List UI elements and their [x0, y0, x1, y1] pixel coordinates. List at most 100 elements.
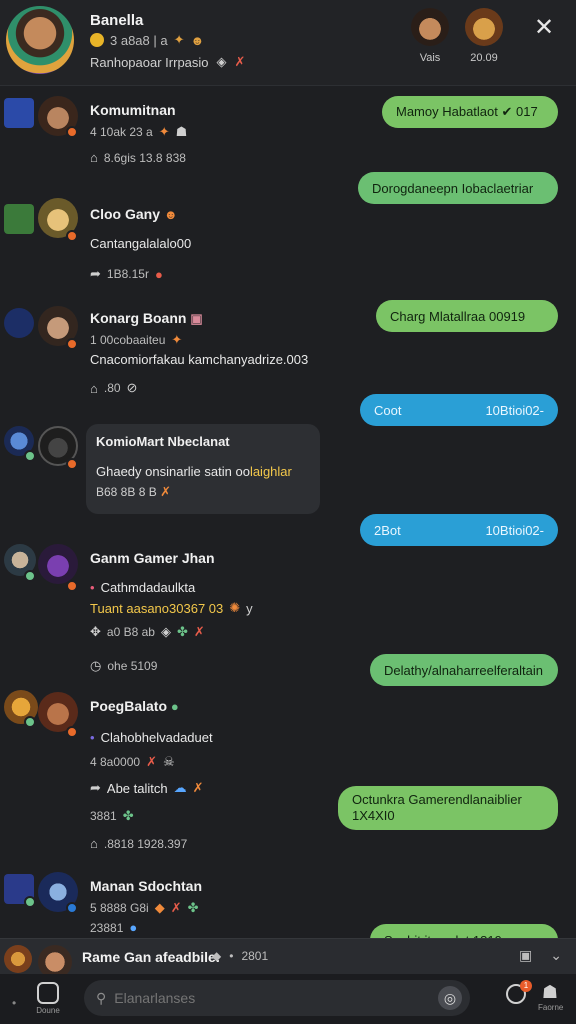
- chevron-down-icon[interactable]: ⌄: [550, 947, 562, 964]
- chat-bubble[interactable]: Saohit it sualat 1819: [370, 924, 558, 938]
- online-badge: [24, 716, 36, 728]
- username[interactable]: Ganm Gamer Jhan: [90, 550, 215, 566]
- chat-bubble[interactable]: Dorogdaneepn Iobaclaetriar: [358, 172, 558, 204]
- message-line: • Clahobhelvadaduet: [90, 730, 213, 745]
- diamond-icon: ◆: [212, 949, 222, 963]
- chat-bubble[interactable]: Mamoy Habatlaot ✔ 017: [382, 96, 558, 128]
- nav-home-button[interactable]: Doune: [28, 982, 68, 1015]
- message-line: Cnacomiorfakau kamchanyadrize.003: [90, 352, 309, 367]
- avatar[interactable]: [38, 544, 78, 584]
- online-badge: [24, 896, 36, 908]
- chat-bubble[interactable]: Charg Mlatallraa 00919: [376, 300, 558, 332]
- card-title: KomioMart Nbeclanat: [96, 434, 230, 449]
- card-body: Ghaedy onsinarlie satin oolaighlar: [96, 464, 292, 479]
- home-icon: ⌂: [90, 150, 98, 165]
- item-icon: ✗: [170, 900, 182, 915]
- chat-icon: ▣: [190, 311, 203, 326]
- level-badge: [66, 458, 78, 470]
- cloud-icon: ☁: [173, 780, 187, 795]
- card-meta: B68 8B 8 B ✗: [96, 484, 171, 499]
- message-meta: ◷ ohe 5109: [90, 658, 158, 673]
- close-icon[interactable]: ✕: [532, 16, 556, 40]
- chat-bubble[interactable]: Coot 10Btioi02-: [360, 394, 558, 426]
- chat-bubble[interactable]: 2Bot 10Btioi02-: [360, 514, 558, 546]
- home-icon: ⌂: [90, 380, 98, 396]
- notifications-button[interactable]: 1: [506, 980, 532, 1004]
- dot-icon: •: [90, 730, 95, 745]
- now-playing-meta: ◆ • 2801: [212, 949, 269, 963]
- level-badge: [66, 580, 78, 592]
- chat-icon: [37, 982, 59, 1004]
- profile-name: Banella: [90, 12, 144, 29]
- mask-icon: ☗: [175, 124, 188, 139]
- now-playing-bar[interactable]: Rame Gan afeadbile. ◆ • 2801 ▣ ⌄: [0, 938, 576, 979]
- avatar: [4, 945, 32, 973]
- menu-dot: •: [12, 996, 17, 1010]
- username[interactable]: Konarg Boann ▣: [90, 310, 203, 327]
- message-meta: 23881 ●: [90, 920, 138, 935]
- message-meta: ⌂ 8.6gis 13.8 838: [90, 150, 186, 165]
- message-meta: ⌂ .80 ⊘: [90, 380, 138, 396]
- online-badge: [24, 450, 36, 462]
- search-icon: ⚲: [96, 989, 107, 1006]
- online-badge: [24, 570, 36, 582]
- fire-icon: ●: [154, 266, 163, 282]
- voice-icon[interactable]: ◎: [438, 986, 462, 1010]
- username[interactable]: Cloo Gany ☻: [90, 206, 178, 222]
- level-badge: [66, 230, 78, 242]
- message-meta: ⌂ .8818 1928.397: [90, 836, 188, 851]
- avatar: [411, 8, 449, 46]
- level-badge: [66, 726, 78, 738]
- skull-icon: ☠: [162, 754, 175, 769]
- star-icon: ✦: [158, 124, 170, 139]
- header-user-2[interactable]: 20.09: [462, 8, 506, 64]
- item-icon: ◆: [154, 900, 165, 915]
- leaf-icon: ✤: [176, 624, 188, 639]
- share-icon: ➦: [90, 780, 101, 795]
- message-line: • Cathmdadaulkta: [90, 580, 196, 595]
- leaf-icon: ✤: [187, 900, 199, 915]
- message-meta: 3881 ✤: [90, 808, 134, 823]
- dot-icon: •: [90, 580, 95, 595]
- status-icon: ●: [170, 699, 179, 714]
- avatar: [465, 8, 503, 46]
- message-meta: ✥ a0 B8 ab ◈ ✤ ✗: [90, 624, 205, 639]
- message-line: Tuant aasano30367 03 ✺ y: [90, 600, 253, 616]
- swords-icon: ✗: [234, 54, 246, 69]
- controller-icon: ✥: [90, 624, 101, 639]
- swords-icon: ✗: [192, 780, 204, 795]
- emoji-icon: ☻: [190, 32, 205, 48]
- header-user-1[interactable]: Vais: [408, 8, 452, 64]
- gem-icon: ◈: [160, 624, 171, 639]
- profile-button[interactable]: ☗ Faorne: [538, 982, 563, 1012]
- leaf-icon: ✤: [122, 808, 134, 823]
- chat-bubble[interactable]: Delathy/alnaharreelferaltain: [370, 654, 558, 686]
- chat-bubble[interactable]: Octunkra Gamerendlanaiblier 1X4XI0: [338, 786, 558, 830]
- now-playing-title: Rame Gan afeadbile.: [82, 949, 220, 965]
- message-line: 4 8a0000 ✗ ☠: [90, 754, 175, 769]
- coin-icon: [90, 33, 104, 47]
- message-line: Cantangalalalo00: [90, 236, 192, 251]
- message-line: 1 00cobaaiteu ✦: [90, 332, 183, 347]
- gem-icon: ◈: [216, 54, 227, 69]
- profile-avatar[interactable]: [6, 6, 74, 74]
- now-playing-actions: ▣ ⌄: [519, 947, 562, 964]
- expand-icon[interactable]: ▣: [519, 947, 532, 964]
- chat-feed[interactable]: Komumitnan 4 10ak 23 a ✦ ☗ ⌂ 8.6gis 13.8…: [0, 86, 576, 938]
- username[interactable]: Manan Sdochtan: [90, 878, 202, 894]
- level-badge: [66, 126, 78, 138]
- message-card[interactable]: KomioMart Nbeclanat Ghaedy onsinarlie sa…: [86, 424, 320, 514]
- search-input[interactable]: [114, 990, 415, 1006]
- username[interactable]: PoegBalato ●: [90, 698, 179, 714]
- game-icon: [4, 204, 34, 234]
- profile-stats: 3 a8a8 | a ✦ ☻: [90, 32, 204, 48]
- message-meta: ➦ 1B8.15r ●: [90, 266, 163, 282]
- star-icon: ✦: [173, 32, 185, 47]
- level-badge: [66, 902, 78, 914]
- message-line: 4 10ak 23 a ✦ ☗: [90, 124, 188, 139]
- message-line: ➦ Abe talitch ☁ ✗: [90, 780, 204, 796]
- message-line: 5 8888 G8i ◆ ✗ ✤: [90, 900, 199, 915]
- username[interactable]: Komumitnan: [90, 102, 176, 118]
- search-bar[interactable]: ⚲ ◎: [84, 980, 470, 1016]
- ball-icon: ⊘: [126, 380, 138, 395]
